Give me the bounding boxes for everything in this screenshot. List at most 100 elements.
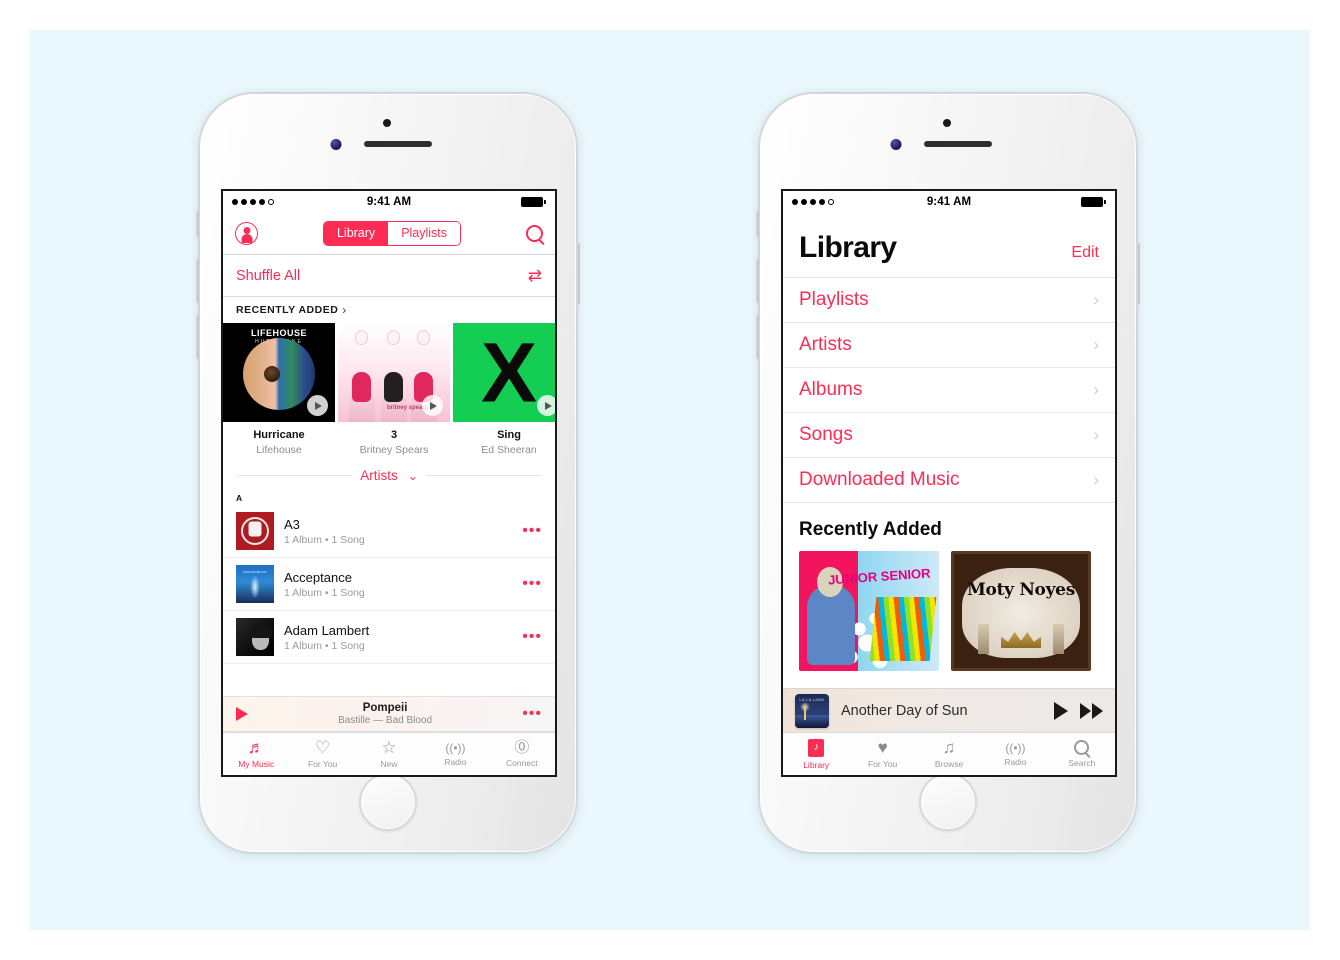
- sidebar-item-downloaded-music[interactable]: Downloaded Music ›: [783, 457, 1115, 502]
- star-outline-icon: ☆: [381, 738, 397, 757]
- album-artist: Britney Spears: [359, 444, 429, 456]
- recently-added-albums: JUNIOR SENIOR Moty Noyes: [783, 551, 1115, 671]
- tab-label: Library: [803, 759, 830, 770]
- now-playing-title: Pompeii: [362, 702, 408, 714]
- album-card[interactable]: britney spears 3 Britney Spears: [338, 323, 450, 456]
- profile-circle-icon[interactable]: [235, 222, 258, 245]
- tab-label: My Music: [238, 759, 275, 769]
- list-item-label: Songs: [799, 424, 853, 445]
- home-button[interactable]: [919, 773, 977, 831]
- tab-for-you[interactable]: ♥ For You: [849, 733, 915, 775]
- heart-outline-icon: ♡: [314, 738, 331, 757]
- shuffle-icon[interactable]: ⇄: [528, 267, 542, 284]
- tab-search[interactable]: Search: [1049, 733, 1115, 775]
- artwork-letter-x: X: [480, 324, 538, 419]
- volume-up-button[interactable]: [196, 259, 199, 303]
- play-icon[interactable]: [1054, 701, 1068, 720]
- chevron-right-icon: ›: [1093, 425, 1099, 444]
- list-item-label: Downloaded Music: [799, 469, 960, 490]
- album-title: Sing: [497, 429, 521, 441]
- library-playlists-segmented-control[interactable]: Library Playlists: [322, 221, 462, 246]
- phone-device-right: 9:41 AM Library Edit Playlists › Artists…: [756, 92, 1140, 854]
- list-item[interactable]: acceptance Acceptance 1 Album • 1 Song •…: [223, 558, 555, 611]
- power-button[interactable]: [1137, 243, 1140, 305]
- artwork-text: Moty Noyes: [967, 580, 1075, 600]
- proximity-sensor-icon: [943, 119, 951, 127]
- tab-label: Search: [1068, 758, 1096, 768]
- play-button[interactable]: [422, 395, 443, 416]
- fast-forward-icon[interactable]: [1080, 702, 1103, 719]
- phone-device-left: 9:41 AM Library Playlists Shuffle All ⇄: [196, 92, 580, 854]
- home-button[interactable]: [359, 773, 417, 831]
- chevron-right-icon: ›: [342, 303, 347, 317]
- edit-button[interactable]: Edit: [1071, 244, 1099, 262]
- music-note-icon: ♫: [942, 738, 956, 757]
- album-title: 3: [390, 429, 398, 441]
- mini-player-right[interactable]: LA LA LAND Another Day of Sun: [783, 688, 1115, 732]
- sidebar-item-songs[interactable]: Songs ›: [783, 412, 1115, 457]
- tab-label: For You: [307, 759, 338, 769]
- album-artist: Ed Sheeran: [481, 444, 537, 456]
- divider-line-right: [425, 475, 542, 476]
- segment-playlists[interactable]: Playlists: [388, 222, 461, 245]
- album-artist: Lifehouse: [256, 444, 302, 456]
- list-item[interactable]: Adam Lambert 1 Album • 1 Song •••: [223, 611, 555, 664]
- screen-left: 9:41 AM Library Playlists Shuffle All ⇄: [221, 189, 557, 777]
- sidebar-item-playlists[interactable]: Playlists ›: [783, 277, 1115, 322]
- artist-detail: 1 Album • 1 Song: [284, 586, 365, 599]
- mini-player-left[interactable]: Pompeii Bastille — Bad Blood •••: [223, 696, 555, 732]
- page-title: Library: [799, 231, 897, 264]
- at-sign-icon: ⓪: [514, 739, 530, 756]
- index-letter: A: [236, 493, 243, 503]
- list-item-label: Playlists: [799, 289, 869, 310]
- section-picker[interactable]: Artists ⌄: [223, 456, 555, 489]
- tab-label: Radio: [1004, 756, 1027, 767]
- album-card[interactable]: X Sing Ed Sheeran: [453, 323, 555, 456]
- recently-added-header[interactable]: RECENTLY ADDED ›: [223, 297, 555, 323]
- chevron-down-icon: ⌄: [407, 468, 418, 483]
- album-artwork-junior-senior[interactable]: JUNIOR SENIOR: [799, 551, 939, 671]
- more-options-icon[interactable]: •••: [522, 706, 542, 722]
- proximity-sensor-icon: [383, 119, 391, 127]
- tab-bar-left: ♬ My Music ♡ For You ☆ New ((•)) Radio ⓪: [223, 732, 555, 775]
- power-button[interactable]: [577, 243, 580, 305]
- tab-radio[interactable]: ((•)) Radio: [982, 733, 1048, 775]
- page-canvas: 9:41 AM Library Playlists Shuffle All ⇄: [30, 30, 1310, 930]
- search-icon[interactable]: [526, 225, 543, 242]
- now-playing-artwork: LA LA LAND: [795, 693, 829, 728]
- volume-down-button[interactable]: [196, 315, 199, 359]
- tab-bar-right: ♪ Library ♥ For You ♫ Browse ((•)) Radio: [783, 732, 1115, 775]
- sidebar-item-albums[interactable]: Albums ›: [783, 367, 1115, 412]
- play-icon[interactable]: [236, 707, 248, 721]
- volume-up-button[interactable]: [756, 259, 759, 303]
- tab-browse[interactable]: ♫ Browse: [916, 733, 982, 775]
- now-playing-title: Another Day of Sun: [841, 702, 968, 719]
- more-options-icon[interactable]: •••: [522, 523, 542, 539]
- tab-connect[interactable]: ⓪ Connect: [489, 733, 555, 775]
- play-button[interactable]: [537, 395, 555, 416]
- music-note-icon: ♬: [247, 738, 265, 757]
- library-icon: ♪: [808, 738, 825, 757]
- more-options-icon[interactable]: •••: [522, 629, 542, 645]
- status-clock: 9:41 AM: [366, 196, 412, 208]
- search-icon: [1074, 740, 1090, 755]
- tab-radio[interactable]: ((•)) Radio: [422, 733, 488, 775]
- screen-right: 9:41 AM Library Edit Playlists › Artists…: [781, 189, 1117, 777]
- tab-new[interactable]: ☆ New: [356, 733, 422, 775]
- segment-library[interactable]: Library: [323, 222, 389, 245]
- list-item[interactable]: A3 1 Album • 1 Song •••: [223, 505, 555, 558]
- tab-my-music[interactable]: ♬ My Music: [223, 733, 289, 775]
- play-button[interactable]: [307, 395, 328, 416]
- album-card[interactable]: LIFEHOUSE HURRICANE Hurricane Lifehouse: [223, 323, 335, 456]
- tab-library[interactable]: ♪ Library: [783, 733, 849, 775]
- chevron-right-icon: ›: [1093, 470, 1099, 489]
- volume-down-button[interactable]: [756, 315, 759, 359]
- recently-added-label: RECENTLY ADDED: [236, 304, 339, 316]
- artwork-title-text: LIFEHOUSE: [250, 328, 307, 338]
- album-artwork-moty-noyes[interactable]: Moty Noyes: [951, 551, 1091, 671]
- sidebar-item-artists[interactable]: Artists ›: [783, 322, 1115, 367]
- shuffle-all-row[interactable]: Shuffle All ⇄: [223, 255, 555, 297]
- tab-for-you[interactable]: ♡ For You: [289, 733, 355, 775]
- list-item-label: Artists: [799, 334, 852, 355]
- more-options-icon[interactable]: •••: [522, 576, 542, 592]
